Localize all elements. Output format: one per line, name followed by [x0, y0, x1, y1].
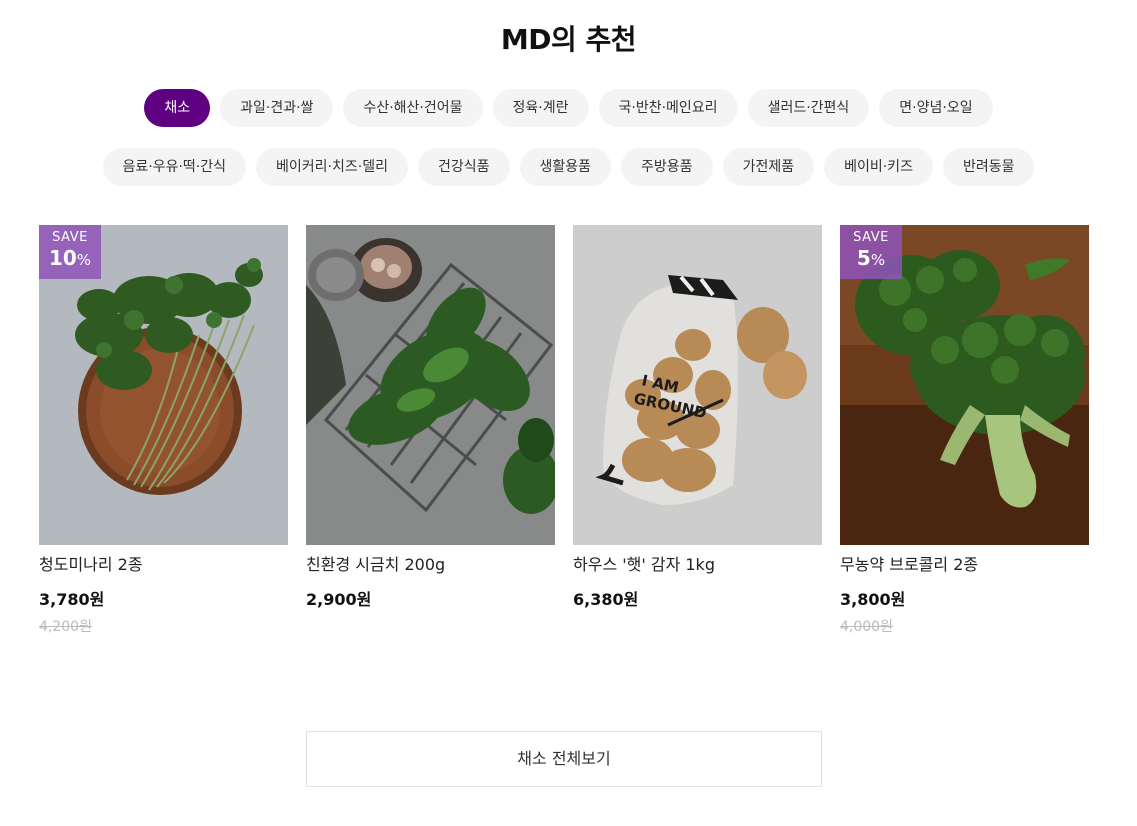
- product-list: SAVE 10% 청도미나리 2종 3,780원 4,200원 친환경 시금치 …: [39, 225, 1089, 636]
- save-label: SAVE: [52, 230, 88, 245]
- product-price: 6,380원: [573, 590, 639, 609]
- product-card[interactable]: 친환경 시금치 200g 2,900원: [306, 225, 555, 636]
- product-name[interactable]: 무농약 브로콜리 2종: [840, 551, 1089, 575]
- product-thumbnail[interactable]: SAVE 10%: [39, 225, 288, 545]
- product-thumbnail[interactable]: SAVE 5%: [840, 225, 1089, 545]
- category-chip-bakery[interactable]: 베이커리·치즈·델리: [256, 148, 408, 186]
- category-chip-noodle[interactable]: 면·양념·오일: [879, 89, 993, 127]
- category-chip-living[interactable]: 생활용품: [519, 148, 612, 186]
- category-chip-seafood[interactable]: 수산·해산·건어물: [343, 89, 483, 127]
- category-chip-salad[interactable]: 샐러드·간편식: [747, 89, 870, 127]
- product-card[interactable]: I AM GROUND 하우스 '햇' 감자 1kg 6,380원: [573, 225, 822, 636]
- discount-badge: SAVE 10%: [39, 225, 101, 279]
- category-chip-baby[interactable]: 베이비·키즈: [824, 148, 933, 186]
- discount-badge: SAVE 5%: [840, 225, 902, 279]
- product-original-price: 4,000원: [840, 619, 893, 635]
- product-thumbnail[interactable]: I AM GROUND: [573, 225, 822, 545]
- discount-rate: 5%: [856, 246, 886, 270]
- spinach-image: [306, 225, 555, 545]
- product-thumbnail[interactable]: [306, 225, 555, 545]
- discount-rate: 10%: [48, 246, 92, 270]
- category-chip-health[interactable]: 건강식품: [417, 148, 510, 186]
- category-row-2: 음료·우유·떡·간식 베이커리·치즈·델리 건강식품 생활용품 주방용품 가전제…: [0, 148, 1137, 186]
- potato-image: I AM GROUND: [573, 225, 822, 545]
- product-price: 2,900원: [306, 590, 372, 609]
- category-chip-side-dish[interactable]: 국·반찬·메인요리: [598, 89, 738, 127]
- category-chip-appliance[interactable]: 가전제품: [722, 148, 815, 186]
- product-price: 3,780원: [39, 590, 105, 609]
- category-chip-meat[interactable]: 정육·계란: [492, 89, 589, 127]
- category-chip-fruit[interactable]: 과일·견과·쌀: [220, 89, 334, 127]
- view-all-button[interactable]: 채소 전체보기: [306, 731, 822, 787]
- product-name[interactable]: 친환경 시금치 200g: [306, 551, 555, 575]
- save-label: SAVE: [853, 230, 889, 245]
- category-chip-drinks[interactable]: 음료·우유·떡·간식: [102, 148, 247, 186]
- product-price: 3,800원: [840, 590, 906, 609]
- product-name[interactable]: 청도미나리 2종: [39, 551, 288, 575]
- category-chip-vegetables[interactable]: 채소: [144, 89, 211, 127]
- category-row-1: 채소 과일·견과·쌀 수산·해산·건어물 정육·계란 국·반찬·메인요리 샐러드…: [0, 89, 1137, 127]
- category-chip-kitchen[interactable]: 주방용품: [621, 148, 713, 186]
- product-card[interactable]: SAVE 5% 무농약 브로콜리 2종 3,800원 4,000원: [840, 225, 1089, 636]
- product-original-price: 4,200원: [39, 619, 92, 635]
- product-card[interactable]: SAVE 10% 청도미나리 2종 3,780원 4,200원: [39, 225, 288, 636]
- product-name[interactable]: 하우스 '햇' 감자 1kg: [573, 551, 822, 575]
- section-title: MD의 추천: [500, 23, 637, 56]
- category-chip-pet[interactable]: 반려동물: [942, 148, 1035, 186]
